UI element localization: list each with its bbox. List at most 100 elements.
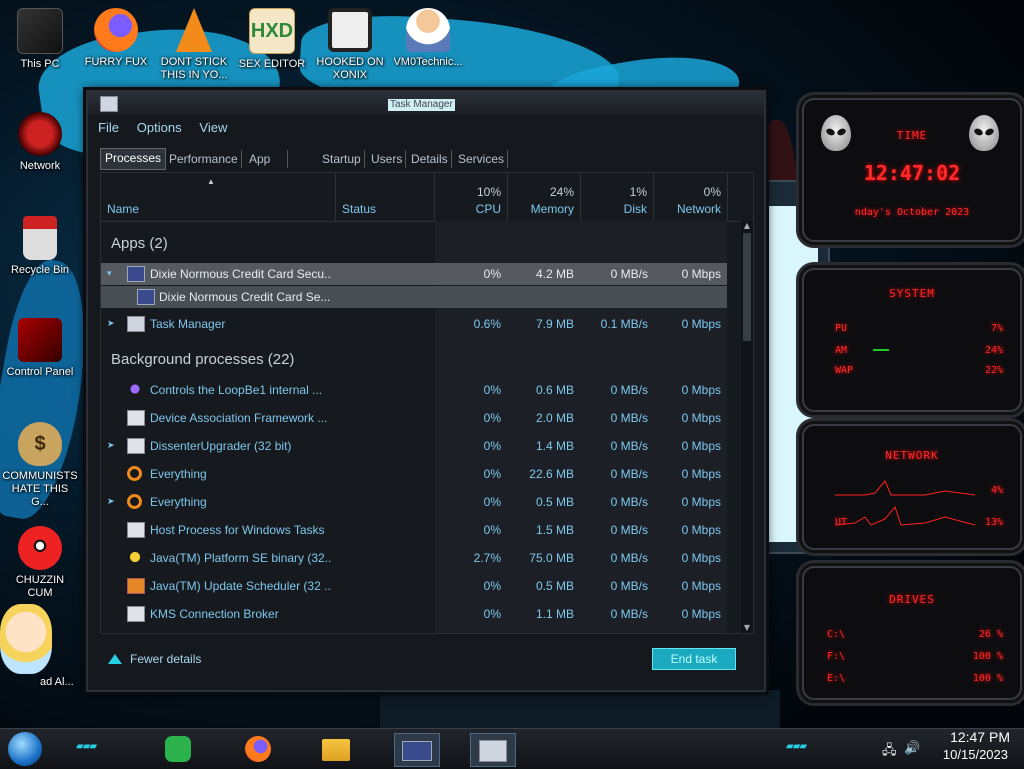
desktop-icon-control-panel[interactable]: Control Panel: [2, 318, 78, 379]
column-header-disk[interactable]: 1% Disk: [581, 173, 654, 221]
window-process-icon: [127, 410, 145, 426]
credit-card-app-icon[interactable]: [394, 733, 440, 767]
arrow-up-icon: [108, 654, 122, 664]
column-header-cpu[interactable]: 10% CPU: [435, 173, 508, 221]
time-gadget: TIME 12:47:02 nday's October 2023: [796, 92, 1024, 248]
table-row[interactable]: Controls the LoopBe1 internal ... 0% 0.6 M…: [101, 379, 727, 401]
menu-options[interactable]: Options: [137, 120, 182, 135]
scroll-up-icon[interactable]: ▲: [743, 221, 751, 231]
vertical-scrollbar[interactable]: ▲ ▼: [741, 221, 753, 633]
expand-arrow-icon[interactable]: ➤: [107, 440, 115, 451]
table-row-child[interactable]: Dixie Normous Credit Card Se...: [101, 286, 727, 308]
gadget-title: SYSTEM: [889, 287, 935, 300]
group-header-apps: Apps (2): [111, 235, 168, 252]
column-header-name[interactable]: ▲ Name: [101, 173, 336, 221]
net-out-value: 13%: [984, 517, 1003, 528]
task-manager-icon: [127, 316, 145, 332]
desktop-icon-furry-fux[interactable]: FURRY FUX: [78, 8, 154, 69]
volume-icon[interactable]: 🔊: [904, 741, 920, 756]
cpu-value: 7%: [990, 323, 1003, 334]
table-row[interactable]: Everything 0% 22.6 MB 0 MB/s 0 Mbps: [101, 463, 727, 485]
desktop-icon-network[interactable]: Network: [2, 112, 78, 173]
desktop-icon-cartoon[interactable]: ad Al...: [0, 604, 76, 688]
chuzzle-icon: [18, 526, 62, 570]
title-bar[interactable]: Task Manager: [88, 92, 764, 116]
table-row[interactable]: ➤ Task Manager 0.6% 7.9 MB 0.1 MB/s 0 Mb…: [101, 313, 727, 335]
window-title: Task Manager: [388, 99, 455, 111]
control-panel-icon: [18, 318, 62, 362]
menu-file[interactable]: File: [98, 120, 119, 135]
file-explorer-icon[interactable]: [318, 733, 354, 765]
taskbar: ▰▰▰ ▰▰▰ 🖧 🔊 12:47 PM 10/15/2023: [0, 728, 1024, 769]
column-header-status[interactable]: Status: [336, 173, 435, 221]
gadget-title: NETWORK: [885, 449, 939, 462]
fewer-details-button[interactable]: Fewer details: [108, 652, 201, 666]
tab-services[interactable]: Services: [455, 150, 509, 168]
drives-gadget: DRIVES C:\ 26 % F:\ 100 % E:\ 100 %: [796, 560, 1024, 706]
start-button[interactable]: [8, 732, 42, 766]
credit-card-app-icon: [127, 266, 145, 282]
column-header-memory[interactable]: 24% Memory: [508, 173, 581, 221]
tab-app-history[interactable]: App history: [246, 150, 289, 184]
clock-date[interactable]: 10/15/2023: [943, 747, 1008, 762]
scrollbar-thumb[interactable]: [743, 233, 751, 341]
sort-up-icon: ▲: [207, 177, 215, 186]
desktop-icon-sex-editor[interactable]: HXD SEX EDITOR: [234, 8, 310, 71]
tab-users[interactable]: Users: [368, 150, 407, 168]
firefox-icon[interactable]: [240, 733, 276, 765]
loopbe-icon: [127, 382, 143, 396]
network-gadget: NETWORK 4% UT 13%: [796, 418, 1024, 556]
desktop-icon-communists[interactable]: $ COMMUNISTS HATE THIS G...: [2, 422, 78, 509]
desktop-icon-dont-stick[interactable]: DONT STICK THIS IN YO...: [156, 8, 232, 82]
this-pc-icon: [17, 8, 63, 54]
table-row[interactable]: KMS Connection Broker 0% 1.1 MB 0 MB/s 0 Mbp…: [101, 603, 727, 625]
task-manager-window[interactable]: Task Manager File Options View Processes…: [86, 90, 766, 692]
expand-arrow-icon[interactable]: ➤: [107, 496, 115, 507]
table-row[interactable]: Device Association Framework ... 0% 2.0 MB…: [101, 407, 727, 429]
end-task-button[interactable]: End task: [652, 648, 736, 670]
column-header-network[interactable]: 0% Network: [654, 173, 728, 221]
table-row[interactable]: ▾ Dixie Normous Credit Card Secu... 0% 4…: [101, 263, 727, 285]
hxd-editor-icon: HXD: [249, 8, 295, 54]
group-header-background: Background processes (22): [111, 351, 295, 368]
task-manager-icon[interactable]: [470, 733, 516, 767]
table-row[interactable]: ➤ DissenterUpgrader (32 bit) 0% 1.4 MB 0 MB/…: [101, 435, 727, 457]
table-row[interactable]: Java(TM) Platform SE binary (32... 2.7% 75…: [101, 547, 727, 569]
vlc-cone-icon: [176, 8, 212, 52]
window-process-icon: [127, 438, 145, 454]
table-row[interactable]: Java(TM) Update Scheduler (32 ... 0% 0.5 M…: [101, 575, 727, 597]
desktop-icon-hooked-on-xonix[interactable]: HOOKED ON XONIX: [312, 8, 388, 82]
tab-startup[interactable]: Startup: [319, 150, 365, 168]
tab-processes[interactable]: Processes: [100, 148, 167, 170]
recycle-bin-icon: [23, 216, 57, 260]
expand-arrow-icon[interactable]: ➤: [107, 318, 115, 329]
table-row[interactable]: Host Process for Windows Tasks 0% 1.5 MB 0 …: [101, 519, 727, 541]
process-table[interactable]: ▲ Name Status 10% CPU 24% Memory 1% Disk…: [100, 172, 754, 634]
net-in-value: 4%: [990, 485, 1003, 496]
gadget-date: nday's October 2023: [854, 207, 970, 218]
desktop-icon-vm0technic[interactable]: VM0Technic...: [390, 8, 466, 69]
window-process-icon: [127, 606, 145, 622]
menu-view[interactable]: View: [199, 120, 227, 135]
doctor-icon: [406, 8, 450, 52]
system-gadget: SYSTEM PU 7% AM 24% WAP 22%: [796, 262, 1024, 418]
taskbar-decoration-icon: ▰▰▰: [76, 741, 97, 752]
task-manager-icon: [100, 96, 118, 112]
feedly-icon[interactable]: [160, 733, 196, 765]
expanded-arrow-icon[interactable]: ▾: [107, 268, 112, 279]
network-tray-icon[interactable]: 🖧: [882, 741, 897, 763]
credit-card-app-icon: [137, 289, 155, 305]
desktop-icon-recycle-bin[interactable]: Recycle Bin: [2, 216, 78, 277]
tab-performance[interactable]: Performance: [166, 150, 242, 168]
ram-value: 24%: [984, 345, 1003, 356]
network-graph: [835, 480, 975, 526]
java-star-icon: [127, 550, 143, 564]
clock-time[interactable]: 12:47 PM: [950, 729, 1010, 745]
gadget-title: DRIVES: [889, 593, 935, 606]
table-row[interactable]: ➤ Everything 0% 0.5 MB 0 MB/s 0 Mbps: [101, 491, 727, 513]
tab-details[interactable]: Details: [408, 150, 452, 168]
scroll-down-icon[interactable]: ▼: [743, 623, 751, 633]
desktop-icon-chuzzin[interactable]: CHUZZIN CUM: [2, 526, 78, 600]
desktop-icon-this-pc[interactable]: This PC: [2, 8, 78, 71]
swap-value: 22%: [984, 365, 1003, 376]
